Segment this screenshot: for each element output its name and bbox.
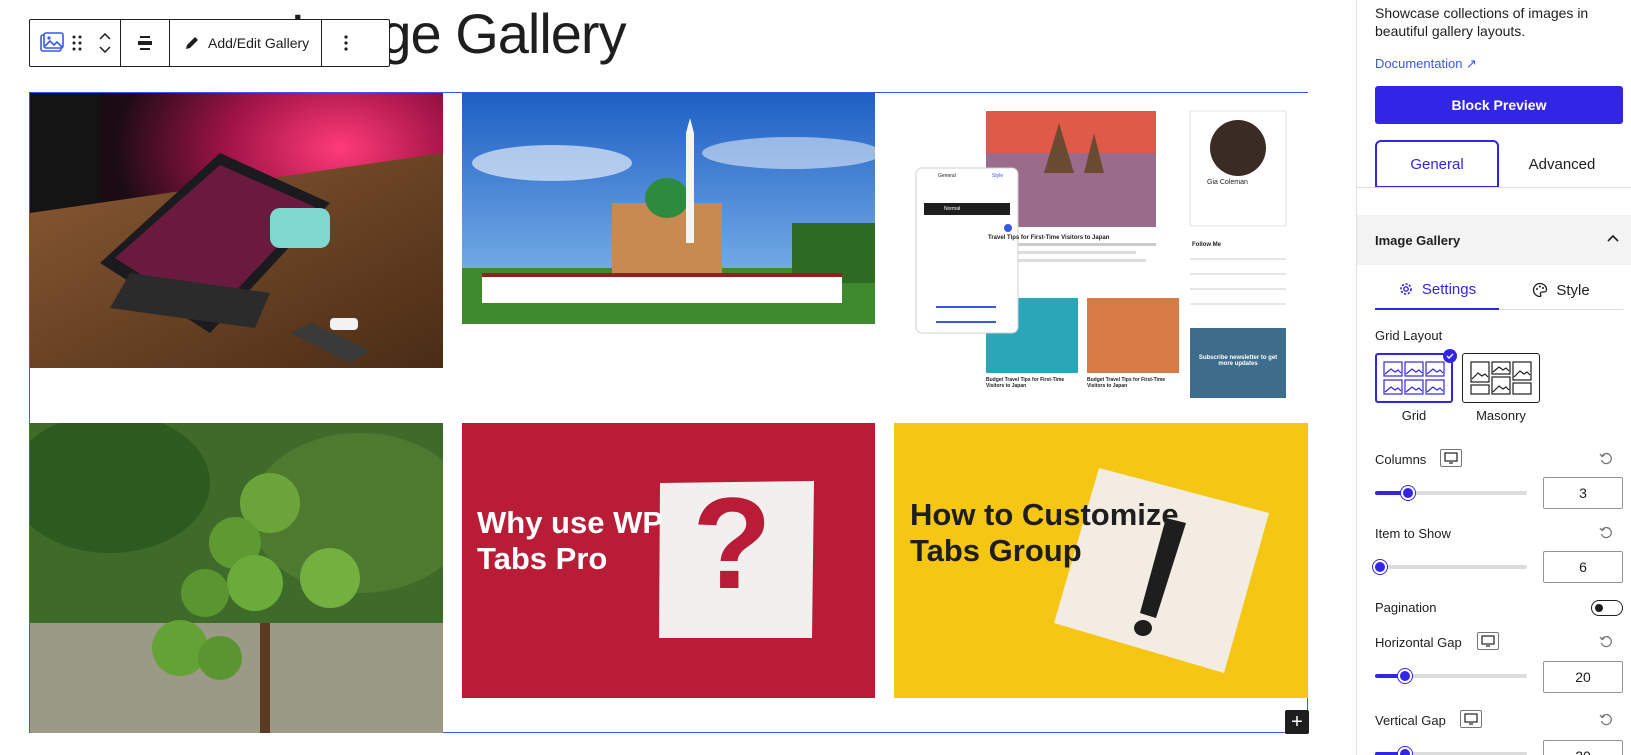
- gallery-block-icon[interactable]: [30, 20, 64, 66]
- block-toolbar: Add/Edit Gallery: [29, 19, 390, 67]
- block-description: Showcase collections of images in beauti…: [1375, 5, 1589, 39]
- align-icon[interactable]: [121, 20, 169, 66]
- columns-slider[interactable]: [1375, 486, 1527, 500]
- gallery-image-why-wp-tabs[interactable]: ? Why use WP Tabs Pro: [462, 423, 875, 698]
- why-wp-tabs-text: Why use WP Tabs Pro: [477, 505, 663, 576]
- subtab-settings-label: Settings: [1421, 280, 1477, 298]
- editor-canvas: Image Gallery Add/Edit Gallery Gia Colem…: [0, 0, 1356, 755]
- reset-icon[interactable]: [1599, 452, 1613, 466]
- move-down-icon[interactable]: [99, 46, 111, 53]
- post-title: Travel Tips for First-Time Visitors to J…: [988, 235, 1110, 241]
- pagination-toggle-knob: [1595, 604, 1603, 612]
- panel-tab-style: Style: [992, 173, 1004, 179]
- grid-layout-label: Grid Layout: [1375, 328, 1443, 343]
- tabs-divider: [1357, 187, 1631, 188]
- item-to-show-input[interactable]: 6: [1543, 551, 1623, 583]
- item-to-show-label: Item to Show: [1375, 526, 1451, 541]
- horizontal-gap-slider[interactable]: [1375, 669, 1527, 683]
- vertical-gap-input[interactable]: 20: [1543, 740, 1623, 755]
- documentation-link[interactable]: Documentation ↗: [1375, 56, 1477, 72]
- chevron-up-icon: [1607, 234, 1619, 242]
- more-options-icon[interactable]: [322, 20, 370, 66]
- toolbar-more-group: [322, 20, 370, 66]
- reset-icon[interactable]: [1599, 713, 1613, 727]
- horizontal-gap-input[interactable]: 20: [1543, 661, 1623, 693]
- move-up-icon[interactable]: [99, 33, 111, 40]
- item-to-show-slider[interactable]: [1372, 560, 1527, 574]
- pagination-label: Pagination: [1375, 600, 1437, 615]
- panel-normal: Normal: [944, 206, 961, 212]
- columns-label: Columns: [1375, 452, 1427, 467]
- panel-subtabs: Settings Style: [1375, 270, 1623, 310]
- image-gallery-block[interactable]: Gia Coleman Follow Me Travel Tips for Fi…: [29, 92, 1308, 733]
- gear-icon: [1400, 283, 1412, 295]
- newsletter-text: Subscribe newsletter to get more updates: [1198, 355, 1278, 367]
- horizontal-gap-slider-thumb[interactable]: [1398, 669, 1413, 683]
- tab-general[interactable]: General: [1375, 140, 1499, 188]
- add-edit-gallery-label: Add/Edit Gallery: [208, 35, 310, 51]
- block-mover: [90, 20, 120, 66]
- gallery-image-blog-template[interactable]: Gia Coleman Follow Me Travel Tips for Fi…: [894, 93, 1308, 423]
- tab-advanced[interactable]: Advanced: [1507, 140, 1617, 188]
- gallery-image-customize-tabs[interactable]: How to Customize Tabs Group: [894, 423, 1308, 698]
- gallery-image-lime-tree[interactable]: [30, 423, 443, 733]
- vertical-gap-slider-thumb[interactable]: [1398, 747, 1413, 755]
- gallery-image-tablet[interactable]: [30, 93, 443, 368]
- pencil-icon: [186, 37, 198, 49]
- settings-sidebar: Showcase collections of images in beauti…: [1356, 0, 1631, 755]
- subtab-style-label: Style: [1556, 281, 1590, 299]
- toolbar-edit-group: Add/Edit Gallery: [170, 20, 323, 66]
- reset-icon[interactable]: [1599, 635, 1613, 649]
- grid-layout-icon: [1383, 361, 1445, 395]
- vertical-gap-label: Vertical Gap: [1375, 713, 1446, 728]
- columns-input[interactable]: 3: [1543, 477, 1623, 509]
- profile-name: Gia Coleman: [1207, 179, 1248, 186]
- selected-check-icon: [1443, 349, 1457, 363]
- layout-option-masonry[interactable]: [1462, 353, 1540, 403]
- subtab-style[interactable]: Style: [1499, 270, 1623, 310]
- masonry-layout-icon: [1470, 361, 1532, 395]
- card-title-2: Budget Travel Tips for First-Time Visito…: [1087, 377, 1166, 389]
- columns-slider-thumb[interactable]: [1401, 486, 1416, 500]
- gallery-image-mosque[interactable]: [462, 93, 875, 324]
- layout-option-grid[interactable]: [1375, 349, 1457, 403]
- panel-image-gallery-toggle[interactable]: Image Gallery: [1357, 215, 1631, 265]
- toolbar-block-group: [30, 20, 121, 66]
- palette-icon: [1533, 282, 1548, 298]
- add-block-button[interactable]: +: [1285, 710, 1309, 734]
- item-to-show-slider-thumb[interactable]: [1372, 560, 1387, 574]
- customize-tabs-text: How to Customize Tabs Group: [910, 497, 1179, 568]
- desktop-device-icon[interactable]: [1477, 632, 1499, 650]
- desktop-device-icon[interactable]: [1440, 449, 1462, 467]
- horizontal-gap-label: Horizontal Gap: [1375, 635, 1462, 650]
- pagination-toggle[interactable]: [1591, 600, 1623, 616]
- add-edit-gallery-button[interactable]: Add/Edit Gallery: [170, 20, 321, 66]
- panel-tab-general: General: [938, 173, 956, 179]
- desktop-device-icon[interactable]: [1460, 710, 1482, 728]
- sidebar-tabs: General Advanced: [1357, 140, 1631, 188]
- card-title-1: Budget Travel Tips for First-Time Visito…: [986, 377, 1065, 389]
- panel-title: Image Gallery: [1375, 232, 1461, 248]
- svg-text:?: ?: [692, 470, 771, 616]
- drag-handle-icon[interactable]: [64, 20, 90, 66]
- layout-option-masonry-label: Masonry: [1476, 408, 1526, 423]
- follow-me-label: Follow Me: [1192, 242, 1221, 248]
- panel-hover: Hover: [988, 206, 1002, 212]
- toolbar-align-group: [121, 20, 170, 66]
- reset-icon[interactable]: [1599, 526, 1613, 540]
- block-preview-button[interactable]: Block Preview: [1375, 86, 1623, 124]
- layout-option-grid-label: Grid: [1401, 408, 1427, 423]
- subtab-settings[interactable]: Settings: [1375, 270, 1499, 310]
